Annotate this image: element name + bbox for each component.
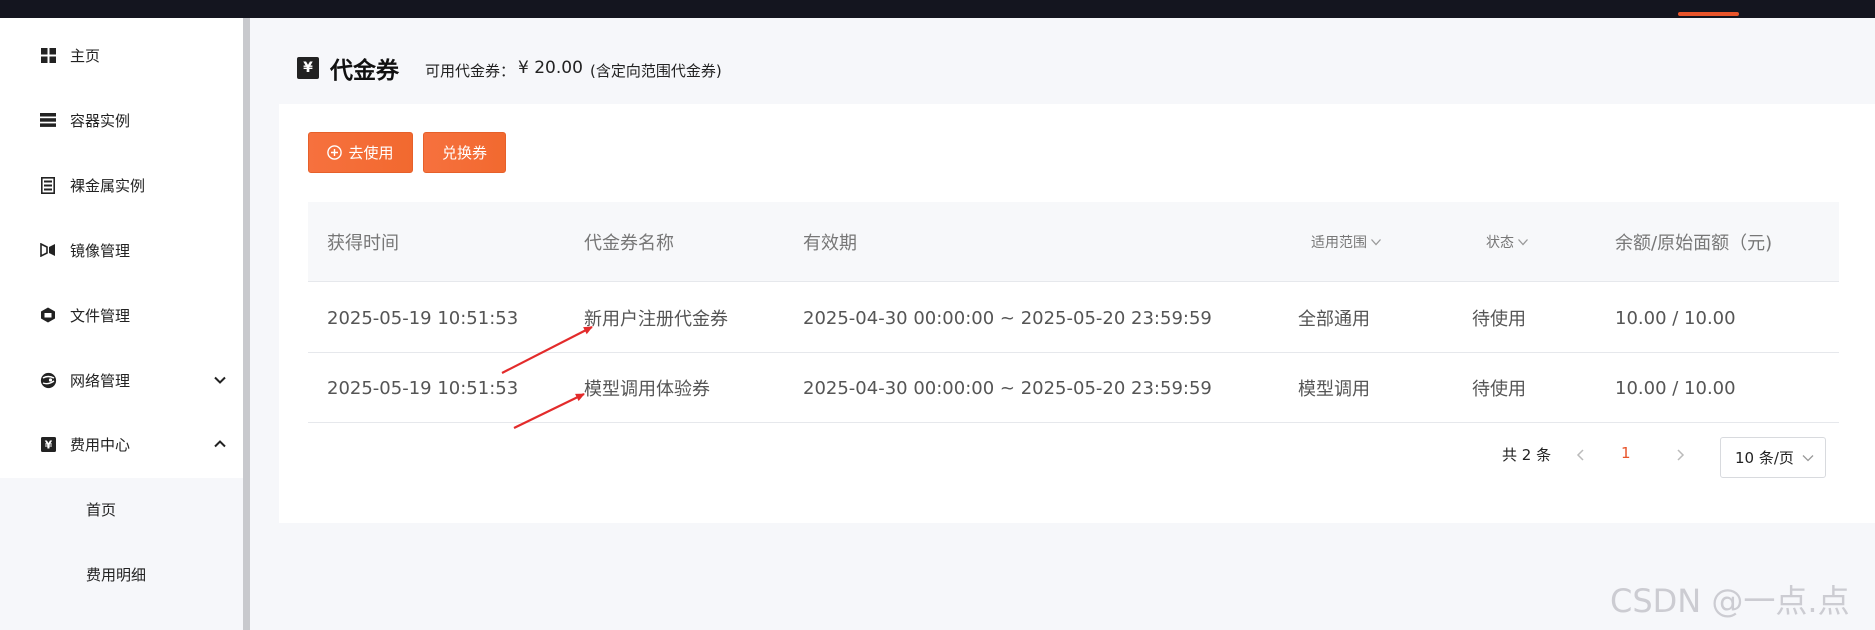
cell-validity: 2025-04-30 00:00:00 ~ 2025-05-20 23:59:5… xyxy=(803,377,1212,399)
server-stack-icon xyxy=(39,111,57,129)
sidebar-item-label: 主页 xyxy=(70,46,101,65)
page-title: 代金券 xyxy=(330,58,399,84)
sidebar-item-files[interactable]: 文件管理 xyxy=(0,297,243,333)
sidebar-scrollbar[interactable] xyxy=(243,18,250,630)
hexagon-folder-icon xyxy=(39,306,57,324)
cell-name: 模型调用体验券 xyxy=(584,379,710,400)
sidebar-subitem-home[interactable]: 首页 xyxy=(0,491,243,527)
cell-status: 待使用 xyxy=(1472,309,1526,330)
sidebar-item-label: 费用中心 xyxy=(70,435,131,454)
plus-circle-icon xyxy=(327,145,343,160)
sidebar-item-label: 文件管理 xyxy=(70,306,131,325)
sidebar-item-network[interactable]: 网络管理 xyxy=(0,362,243,398)
use-voucher-button[interactable]: 去使用 xyxy=(308,132,413,173)
cell-name: 新用户注册代金券 xyxy=(584,309,728,330)
cell-time: 2025-05-19 10:51:53 xyxy=(327,307,519,329)
column-header-status[interactable]: 状态 xyxy=(1486,202,1529,282)
sidebar-item-label: 镜像管理 xyxy=(70,241,131,260)
svg-text:¥: ¥ xyxy=(44,438,52,451)
column-header-scope[interactable]: 适用范围 xyxy=(1311,202,1382,282)
column-header-scope-label: 适用范围 xyxy=(1311,235,1367,251)
table-row: 2025-05-19 10:51:53 新用户注册代金券 2025-04-30 … xyxy=(308,283,1839,353)
sidebar-item-images[interactable]: 镜像管理 xyxy=(0,232,243,268)
table-header: 获得时间 代金券名称 有效期 适用范围 状态 余额/原始面额（元) xyxy=(308,202,1839,282)
cell-status: 待使用 xyxy=(1472,379,1526,400)
use-voucher-label: 去使用 xyxy=(348,144,394,162)
column-header-name: 代金券名称 xyxy=(584,233,674,254)
column-header-time: 获得时间 xyxy=(327,233,399,254)
column-header-amount: 余额/原始面额（元) xyxy=(1615,233,1773,254)
top-bar xyxy=(0,0,1875,18)
yen-icon: ¥ xyxy=(297,57,319,79)
globe-icon xyxy=(39,371,57,389)
available-voucher-note: (含定向范围代金券) xyxy=(590,62,722,80)
sidebar-item-home[interactable]: 主页 xyxy=(0,37,243,73)
sidebar-subitem-label: 费用明细 xyxy=(86,565,147,584)
chevron-down-icon xyxy=(1802,455,1814,462)
sidebar-item-label: 网络管理 xyxy=(70,371,131,390)
cell-scope: 全部通用 xyxy=(1298,309,1370,330)
next-page-icon[interactable] xyxy=(1672,447,1688,463)
prev-page-icon[interactable] xyxy=(1573,447,1589,463)
grid-icon xyxy=(39,46,57,64)
cell-scope: 模型调用 xyxy=(1298,379,1370,400)
chevron-up-icon[interactable] xyxy=(212,436,228,452)
available-voucher-label: 可用代金券： xyxy=(425,62,516,80)
filter-chevron-icon xyxy=(1518,239,1528,246)
cell-time: 2025-05-19 10:51:53 xyxy=(327,377,519,399)
watermark: CSDN @一点.点 xyxy=(1610,582,1850,620)
server-box-icon xyxy=(39,176,57,194)
page-number-current[interactable]: 1 xyxy=(1621,444,1631,462)
sidebar-item-label: 裸金属实例 xyxy=(70,176,146,195)
sidebar-subitem-label: 首页 xyxy=(86,500,117,519)
chevron-down-icon[interactable] xyxy=(212,372,228,388)
redeem-voucher-label: 兑换券 xyxy=(441,144,487,162)
sidebar-subitem-billing-details[interactable]: 费用明细 xyxy=(0,556,243,592)
cell-amount: 10.00 / 10.00 xyxy=(1615,307,1736,329)
sidebar-item-billing[interactable]: ¥ 费用中心 xyxy=(0,426,243,462)
sidebar-item-label: 容器实例 xyxy=(70,111,131,130)
image-bow-icon xyxy=(39,241,57,259)
page-size-select[interactable]: 10 条/页 xyxy=(1720,437,1826,478)
column-header-status-label: 状态 xyxy=(1486,235,1514,251)
table-row: 2025-05-19 10:51:53 模型调用体验券 2025-04-30 0… xyxy=(308,353,1839,423)
available-voucher-amount: ¥ 20.00 xyxy=(518,58,583,78)
column-header-validity: 有效期 xyxy=(803,233,857,254)
yen-icon: ¥ xyxy=(39,435,57,453)
sidebar-item-bare-metal[interactable]: 裸金属实例 xyxy=(0,167,243,203)
redeem-voucher-button[interactable]: 兑换券 xyxy=(423,132,506,173)
active-tab-indicator xyxy=(1678,12,1739,16)
page-header: ¥ 代金券 xyxy=(297,50,399,86)
cell-validity: 2025-04-30 00:00:00 ~ 2025-05-20 23:59:5… xyxy=(803,307,1212,329)
cell-amount: 10.00 / 10.00 xyxy=(1615,377,1736,399)
filter-chevron-icon xyxy=(1371,239,1381,246)
page-size-value: 10 条/页 xyxy=(1735,449,1794,467)
sidebar-item-containers[interactable]: 容器实例 xyxy=(0,102,243,138)
pagination-total: 共 2 条 xyxy=(1502,446,1552,464)
